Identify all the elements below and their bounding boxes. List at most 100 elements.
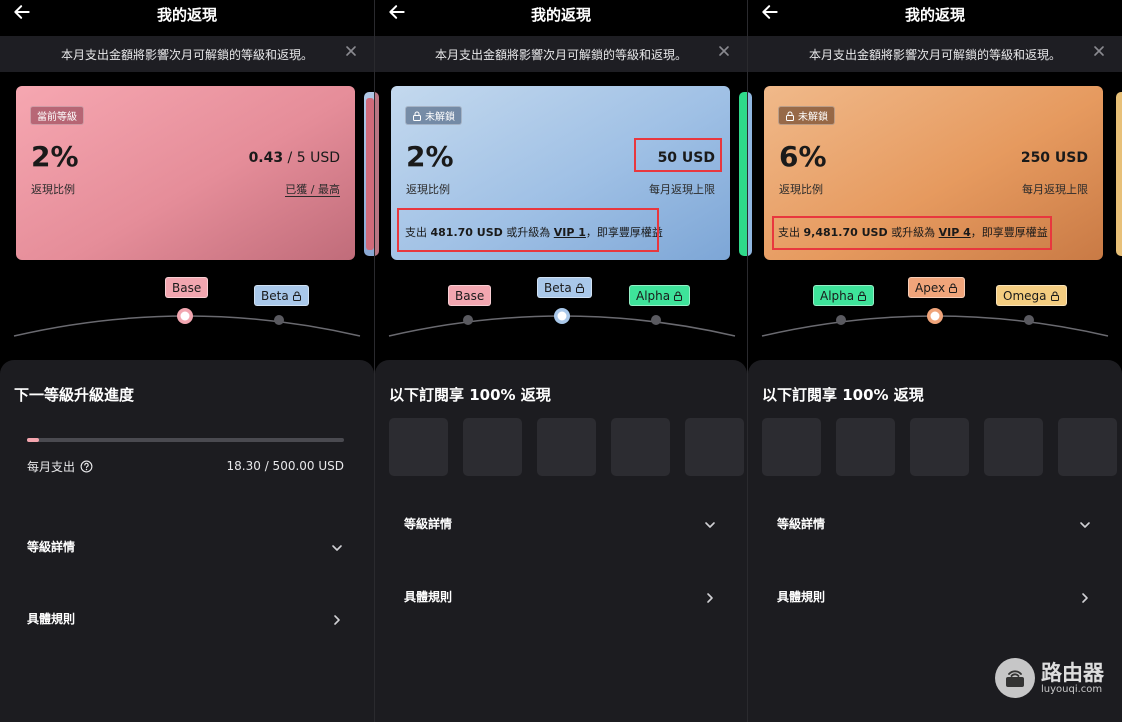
- subscription-tiles: [762, 418, 1117, 476]
- badge-label: 未解鎖: [798, 112, 828, 123]
- spend-progress-fill: [27, 438, 39, 442]
- tier-dot-omega: [1024, 315, 1034, 325]
- prev-card-peek[interactable]: [375, 92, 379, 256]
- rules-label: 具體規則: [27, 612, 76, 626]
- tier-chip-apex[interactable]: Apex: [908, 277, 966, 298]
- help-icon[interactable]: [80, 460, 93, 473]
- lock-icon: [575, 283, 584, 293]
- chevron-down-icon: [332, 545, 342, 551]
- tier-chip-label: Base: [455, 288, 485, 303]
- next-card-peek[interactable]: [364, 92, 374, 256]
- rules-label: 具體規則: [777, 590, 826, 604]
- earned-amount: 0.43: [248, 150, 284, 166]
- locked-badge: 未解鎖: [405, 106, 462, 125]
- tier-chip-label: Beta: [544, 280, 572, 295]
- lock-icon: [949, 283, 958, 293]
- close-icon[interactable]: [1092, 44, 1106, 58]
- banner-text: 本月支出金額將影響次月可解鎖的等級和返現。: [434, 48, 687, 62]
- locked-badge: 未解鎖: [778, 106, 835, 125]
- tier-details-row[interactable]: 等級詳情: [777, 515, 1092, 539]
- tier-chip-omega[interactable]: Omega: [996, 285, 1067, 306]
- chevron-down-icon: [705, 522, 715, 528]
- subscription-tile[interactable]: [685, 418, 744, 476]
- current-tier-badge: 當前等級: [30, 106, 84, 125]
- monthly-cap-label: 每月返現上限: [649, 183, 715, 196]
- tier-details-label: 等級詳情: [777, 517, 826, 531]
- cashback-rate: 2%: [31, 140, 79, 173]
- tier-details-row[interactable]: 等級詳情: [27, 538, 344, 562]
- cashback-amount: 0.43 / 5 USD: [249, 150, 340, 166]
- bottom-panel: 下一等級升級進度 每月支出 18.30 / 500.00 USD 等級詳情 具體…: [0, 360, 374, 722]
- cashback-rate: 6%: [779, 140, 827, 173]
- badge-label: 未解鎖: [425, 112, 455, 123]
- tier-dot-alpha: [651, 315, 661, 325]
- info-banner: 本月支出金額將影響次月可解鎖的等級和返現。: [748, 36, 1122, 72]
- page-title: 我的返現: [530, 6, 591, 24]
- tier-chip-beta[interactable]: Beta: [254, 285, 309, 306]
- next-card-peek[interactable]: [1116, 92, 1122, 256]
- close-icon[interactable]: [344, 44, 358, 58]
- tier-chip-beta[interactable]: Beta: [537, 277, 592, 298]
- chevron-right-icon: [334, 615, 340, 625]
- monthly-spend-value: 18.30 / 500.00 USD: [226, 459, 344, 473]
- screen-apex-tier: 我的返現 本月支出金額將影響次月可解鎖的等級和返現。 未解鎖 6% 返現比例 2…: [748, 0, 1122, 722]
- screen-current-tier: 我的返現 本月支出金額將影響次月可解鎖的等級和返現。 當前等級 2% 返現比例 …: [0, 0, 374, 722]
- info-banner: 本月支出金額將影響次月可解鎖的等級和返現。: [375, 36, 747, 72]
- tier-chip-label: Alpha: [820, 288, 855, 303]
- tier-card[interactable]: 未解鎖 6% 返現比例 250 USD 每月返現上限 支出 9,481.70 U…: [764, 86, 1103, 260]
- tier-details-row[interactable]: 等級詳情: [404, 515, 717, 539]
- amount-label-text: 已獲 / 最高: [285, 183, 340, 197]
- monthly-cap-value: 250 USD: [1020, 150, 1088, 166]
- rules-row[interactable]: 具體規則: [777, 588, 1092, 612]
- tier-chip-base[interactable]: Base: [165, 277, 209, 298]
- rules-label: 具體規則: [404, 590, 453, 604]
- watermark-sub: luyouqi.com: [1041, 683, 1103, 695]
- subscription-tile[interactable]: [910, 418, 969, 476]
- tier-chip-alpha[interactable]: Alpha: [629, 285, 691, 306]
- tier-chip-alpha[interactable]: Alpha: [813, 285, 875, 306]
- spend-progress-bar: [27, 438, 344, 442]
- max-amount: / 5 USD: [283, 150, 340, 166]
- tier-chip-base[interactable]: Base: [448, 285, 492, 306]
- subscription-tile[interactable]: [836, 418, 895, 476]
- watermark-title: 路由器: [1041, 660, 1104, 685]
- page-title: 我的返現: [156, 6, 217, 24]
- subscription-tile[interactable]: [463, 418, 522, 476]
- cashback-rate-label: 返現比例: [406, 183, 450, 196]
- lock-icon: [292, 291, 301, 301]
- bottom-panel: 以下訂閱享 100% 返現 等級詳情 具體規則: [375, 360, 747, 722]
- cashback-rate-label: 返現比例: [779, 183, 823, 196]
- close-icon[interactable]: [717, 44, 731, 58]
- chevron-right-icon: [1082, 593, 1088, 603]
- monthly-spend-label: 每月支出: [27, 458, 93, 475]
- subscription-title: 以下訂閱享 100% 返現: [389, 386, 551, 404]
- screen-beta-tier: 我的返現 本月支出金額將影響次月可解鎖的等級和返現。 未解鎖 2% 返現比例 5…: [374, 0, 748, 722]
- tier-details-label: 等級詳情: [27, 540, 76, 554]
- tier-card[interactable]: 未解鎖 2% 返現比例 50 USD 每月返現上限 支出 481.70 USD …: [391, 86, 730, 260]
- tier-chip-label: Beta: [261, 288, 289, 303]
- tier-chip-label: Omega: [1003, 288, 1047, 303]
- subscription-tile[interactable]: [537, 418, 596, 476]
- subscription-tile[interactable]: [1058, 418, 1117, 476]
- upgrade-progress-title: 下一等級升級進度: [14, 386, 135, 404]
- rules-row[interactable]: 具體規則: [27, 610, 344, 634]
- top-bar: 我的返現: [748, 0, 1122, 32]
- tier-details-label: 等級詳情: [404, 517, 453, 531]
- highlight-box: [772, 216, 1052, 250]
- subscription-title: 以下訂閱享 100% 返現: [762, 386, 924, 404]
- subscription-tile[interactable]: [984, 418, 1043, 476]
- subscription-tile[interactable]: [611, 418, 670, 476]
- subscription-tiles: [389, 418, 744, 476]
- monthly-cap: 250 USD: [1021, 150, 1088, 166]
- tier-dot-alpha: [836, 315, 846, 325]
- tier-card[interactable]: 當前等級 2% 返現比例 0.43 / 5 USD 已獲 / 最高: [16, 86, 355, 260]
- subscription-tile[interactable]: [762, 418, 821, 476]
- rules-row[interactable]: 具體規則: [404, 588, 717, 612]
- subscription-tile[interactable]: [389, 418, 448, 476]
- cashback-rate-label: 返現比例: [31, 183, 75, 196]
- lock-icon: [858, 291, 867, 301]
- lock-icon: [786, 111, 794, 121]
- next-card-peek[interactable]: [739, 92, 747, 256]
- tier-dot-base: [463, 315, 473, 325]
- prev-card-peek[interactable]: [748, 92, 752, 256]
